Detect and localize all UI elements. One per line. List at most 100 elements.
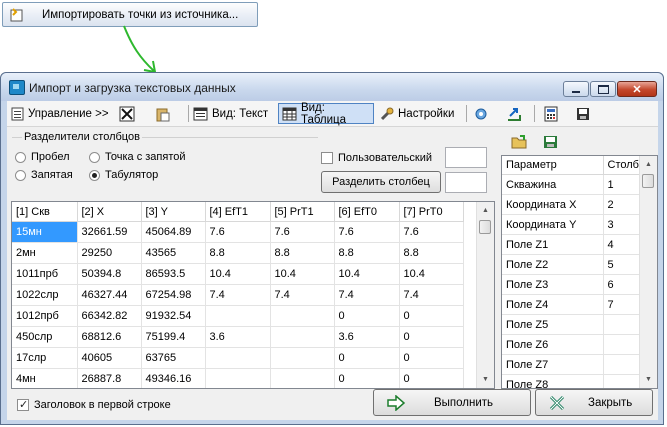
table-row[interactable]: 450слр 68812.6 75199.4 3.6 3.6 0 [12,326,464,348]
table-cell[interactable]: 7.4 [270,284,335,306]
table-cell[interactable] [270,305,335,327]
close-window-button[interactable]: ✕ [617,81,657,97]
table-cell[interactable] [270,368,335,388]
table-cell[interactable]: 49346.16 [141,368,206,388]
custom-separator-input[interactable] [445,147,487,168]
table-cell[interactable]: 17слр [12,347,78,369]
table-row[interactable]: 2мн 29250 43565 8.8 8.8 8.8 8.8 [12,242,464,264]
params-row[interactable]: Скважина 1 [502,174,653,195]
table-cell[interactable]: 1012прб [12,305,78,327]
table-row[interactable]: 17слр 40605 63765 0 0 [12,347,464,369]
table-cell[interactable] [270,347,335,369]
table-cell[interactable] [205,305,271,327]
params-scroll-thumb[interactable] [642,174,654,188]
table-cell[interactable]: 0 [334,305,400,327]
params-row[interactable]: Поле Z8 [502,374,653,388]
table-cell[interactable]: 8.8 [205,242,271,264]
data-grid[interactable]: [1] Скв [2] X [3] Y [4] EfT1 [5] PrT1 [6] EfT… [11,201,495,389]
export-button[interactable] [506,103,522,124]
table-cell[interactable]: 45064.89 [141,221,206,243]
table-cell[interactable]: 0 [399,305,464,327]
table-cell[interactable]: 7.4 [399,284,464,306]
params-row[interactable]: Поле Z5 [502,314,653,335]
column-header[interactable]: [1] Скв [12,202,78,222]
split-column-input[interactable] [445,172,487,193]
table-cell[interactable]: 3.6 [205,326,271,348]
params-grid[interactable]: Параметр Столбец Скважина 1 Координата X 2 Ко… [501,155,658,389]
table-cell[interactable]: 8.8 [334,242,400,264]
calculator-button[interactable] [543,103,559,124]
table-cell[interactable]: 68812.6 [77,326,142,348]
table-cell[interactable]: 15мн [12,221,78,243]
link-button[interactable] [473,103,489,124]
scroll-down-icon[interactable]: ▼ [477,371,494,388]
table-cell[interactable]: 7.6 [334,221,400,243]
table-cell[interactable]: 1022слр [12,284,78,306]
table-cell[interactable] [270,326,335,348]
table-cell[interactable]: 86593.5 [141,263,206,285]
table-cell[interactable]: 3.6 [334,326,400,348]
table-cell[interactable]: 7.4 [334,284,400,306]
maximize-button[interactable] [590,81,616,97]
radio-comma[interactable]: Запятая [15,169,73,181]
params-grid-scrollbar[interactable]: ▲ ▼ [639,156,657,388]
scroll-up-icon[interactable]: ▲ [477,202,494,219]
params-row[interactable]: Поле Z2 5 [502,254,653,275]
radio-tab[interactable]: Табулятор [89,169,158,181]
save-button[interactable] [575,103,591,124]
table-cell[interactable]: 0 [399,347,464,369]
table-cell[interactable]: 7.6 [399,221,464,243]
params-row[interactable]: Поле Z6 [502,334,653,355]
open-params-button[interactable] [511,131,528,152]
table-cell[interactable]: 0 [399,326,464,348]
table-cell[interactable]: 450слр [12,326,78,348]
save-params-button[interactable] [543,131,559,152]
header-first-row-checkbox[interactable]: Заголовок в первой строке [17,398,171,411]
table-cell[interactable]: 4мн [12,368,78,388]
split-column-button[interactable]: Разделить столбец [321,171,441,193]
params-scroll-down-icon[interactable]: ▼ [640,371,657,388]
table-cell[interactable]: 10.4 [399,263,464,285]
params-column-header[interactable]: Параметр [502,156,604,175]
column-header[interactable]: [5] PrT1 [270,202,335,222]
params-row[interactable]: Поле Z4 7 [502,294,653,315]
table-cell[interactable] [205,347,271,369]
table-cell[interactable]: 0 [334,347,400,369]
params-row[interactable]: Координата X2 [502,194,653,215]
table-row[interactable]: 1012прб 66342.82 91932.54 0 0 [12,305,464,327]
table-cell[interactable]: 7.4 [205,284,271,306]
table-cell[interactable]: 10.4 [205,263,271,285]
manage-button[interactable]: Управление >> [11,103,109,124]
paste-button[interactable] [155,103,171,124]
data-grid-scrollbar[interactable]: ▲ ▼ [476,202,494,388]
table-cell[interactable]: 2мн [12,242,78,264]
table-cell[interactable]: 40605 [77,347,142,369]
column-header[interactable]: [2] X [77,202,142,222]
table-row[interactable]: 1022слр 46327.44 67254.98 7.4 7.4 7.4 7.4 [12,284,464,306]
view-text-button[interactable]: Вид: Текст [193,103,268,124]
table-cell[interactable]: 26887.8 [77,368,142,388]
column-header[interactable]: [3] Y [141,202,206,222]
delete-button[interactable] [119,103,135,124]
params-row[interactable]: Поле Z3 6 [502,274,653,295]
params-row[interactable]: Поле Z1 4 [502,234,653,255]
table-cell[interactable]: 67254.98 [141,284,206,306]
close-button[interactable]: Закрыть [535,389,653,416]
table-cell[interactable]: 7.6 [205,221,271,243]
table-cell[interactable]: 46327.44 [77,284,142,306]
table-cell[interactable]: 0 [334,368,400,388]
table-cell[interactable]: 75199.4 [141,326,206,348]
params-row[interactable]: Координата Y3 [502,214,653,235]
table-cell[interactable]: 29250 [77,242,142,264]
view-table-button[interactable]: Вид: Таблица [278,102,374,126]
table-cell[interactable]: 66342.82 [77,305,142,327]
table-cell[interactable]: 91932.54 [141,305,206,327]
column-header[interactable]: [7] PrT0 [399,202,464,222]
run-button[interactable]: Выполнить [373,389,531,416]
table-row[interactable]: 15мн 32661.59 45064.89 7.6 7.6 7.6 7.6 [12,221,464,243]
table-cell[interactable]: 10.4 [270,263,335,285]
params-row[interactable]: Поле Z7 [502,354,653,375]
table-cell[interactable]: 7.6 [270,221,335,243]
table-cell[interactable]: 8.8 [399,242,464,264]
table-row[interactable]: 1011прб 50394.8 86593.5 10.4 10.4 10.4 10.4 [12,263,464,285]
